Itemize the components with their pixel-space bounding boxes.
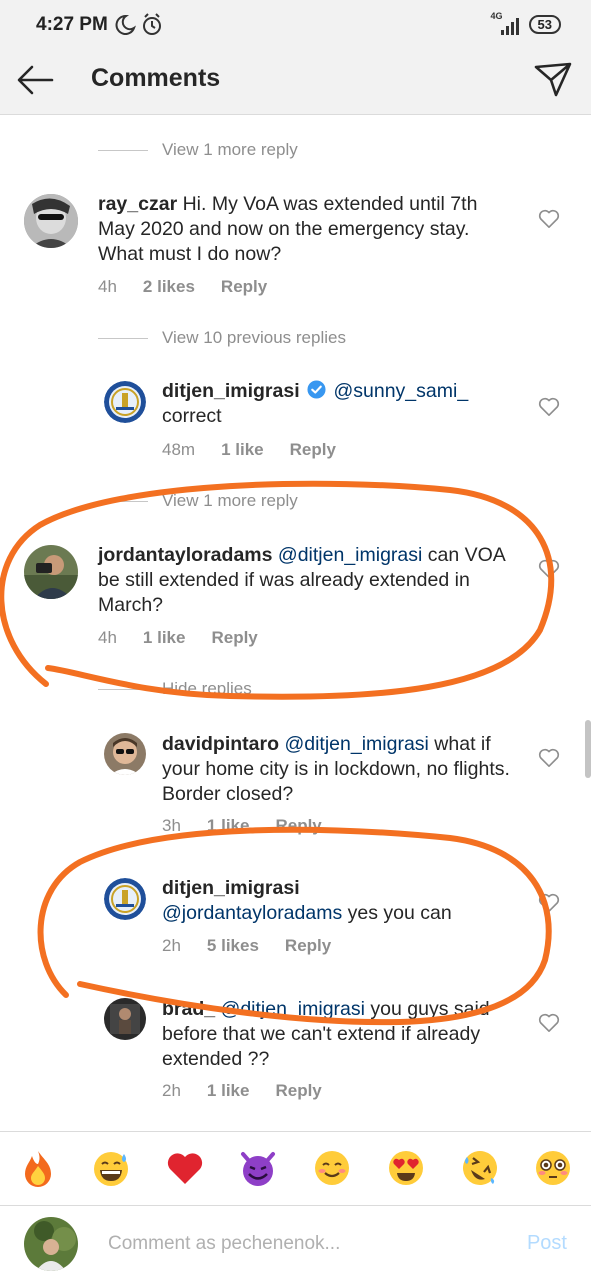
avatar[interactable] (104, 733, 146, 775)
comment-body: jordantayloradams @ditjen_imigrasi can V… (98, 543, 518, 618)
reply-button[interactable]: Reply (275, 1081, 321, 1101)
comment-username[interactable]: brad_ (162, 998, 215, 1020)
status-left-icons (114, 12, 166, 43)
comment-time: 2h (162, 936, 181, 955)
direct-share-button[interactable] (533, 60, 573, 100)
like-count[interactable]: 1 like (207, 816, 250, 836)
reply-button[interactable]: Reply (290, 440, 336, 460)
reply-button[interactable]: Reply (285, 936, 331, 956)
comment-username[interactable]: davidpintaro (162, 733, 279, 755)
comment-meta: 48m 1 like Reply (162, 440, 362, 460)
do-not-disturb-icon (115, 14, 136, 35)
comment-time: 4h (98, 277, 117, 296)
comment-username[interactable]: ditjen_imigrasi (162, 380, 300, 402)
comment-body: davidpintaro @ditjen_imigrasi what if yo… (162, 732, 522, 807)
comment-input[interactable] (108, 1230, 488, 1258)
like-button[interactable] (538, 397, 560, 417)
view-more-replies-button[interactable]: View 1 more reply (98, 140, 298, 160)
hide-replies-button[interactable]: Hide replies (98, 679, 252, 699)
comment-meta: 4h 2 likes Reply (98, 277, 293, 297)
avatar[interactable] (104, 878, 146, 920)
comment-composer: Post (0, 1205, 591, 1281)
comment-meta: 3h 1 like Reply (162, 816, 348, 836)
like-button[interactable] (538, 1013, 560, 1033)
fire-emoji-icon[interactable] (18, 1148, 58, 1188)
comment-mention[interactable]: @ditjen_imigrasi (221, 998, 365, 1020)
comment-mention[interactable]: @sunny_sami_ (333, 380, 468, 402)
heart-eyes-emoji-icon[interactable] (386, 1148, 426, 1188)
comment-mention[interactable]: @jordantayloradams (162, 902, 342, 924)
emoji-quick-bar (0, 1131, 591, 1206)
avatar[interactable] (104, 998, 146, 1040)
comment-text: yes you can (347, 902, 452, 924)
arrow-left-icon (17, 65, 54, 95)
comment-list[interactable]: View 1 more reply ray_czar Hi. My VoA wa… (0, 115, 591, 1130)
heart-icon (538, 893, 560, 912)
comment-text: correct (162, 405, 222, 427)
comment-mention[interactable]: @ditjen_imigrasi (284, 733, 428, 755)
avatar[interactable] (24, 194, 78, 248)
imigrasi-logo (104, 381, 146, 423)
flushed-face-emoji-icon[interactable] (533, 1148, 573, 1188)
view-previous-replies-button[interactable]: View 10 previous replies (98, 328, 346, 348)
verified-badge-icon (307, 380, 326, 399)
like-count[interactable]: 1 like (207, 1081, 250, 1101)
comment-time: 2h (162, 1081, 181, 1100)
status-bar: 4:27 PM 4G 53 (0, 0, 591, 48)
heart-icon (538, 1013, 560, 1032)
comment-body: ray_czar Hi. My VoA was extended until 7… (98, 192, 518, 267)
back-button[interactable] (14, 60, 58, 100)
like-count[interactable]: 5 likes (207, 936, 259, 956)
comment-username[interactable]: ray_czar (98, 193, 177, 215)
comment-meta: 4h 1 like Reply (98, 628, 284, 648)
like-button[interactable] (538, 209, 560, 229)
like-count[interactable]: 1 like (221, 440, 264, 460)
avatar[interactable] (24, 545, 78, 599)
heart-icon (538, 748, 560, 767)
like-count[interactable]: 1 like (143, 628, 186, 648)
comment-username[interactable]: jordantayloradams (98, 544, 272, 566)
reply-button[interactable]: Reply (221, 277, 267, 297)
reply-button[interactable]: Reply (275, 816, 321, 836)
heart-icon (538, 559, 560, 578)
comment-meta: 2h 5 likes Reply (162, 936, 357, 956)
like-button[interactable] (538, 559, 560, 579)
comment-meta: 2h 1 like Reply (162, 1081, 348, 1101)
heart-icon (538, 397, 560, 416)
smiling-face-emoji-icon[interactable] (312, 1148, 352, 1188)
like-count[interactable]: 2 likes (143, 277, 195, 297)
comment-time: 4h (98, 628, 117, 647)
current-user-avatar[interactable] (24, 1217, 78, 1271)
avatar[interactable] (104, 381, 146, 423)
reply-button[interactable]: Reply (211, 628, 257, 648)
comment-body: brad_ @ditjen_imigrasi you guys said bef… (162, 997, 522, 1072)
comment-time: 3h (162, 816, 181, 835)
battery-icon: 53 (528, 14, 561, 34)
comment-mention[interactable]: @ditjen_imigrasi (278, 544, 422, 566)
status-time: 4:27 PM (36, 14, 108, 35)
comment-username[interactable]: ditjen_imigrasi (162, 877, 300, 899)
post-button[interactable]: Post (527, 1232, 567, 1255)
smiling-devil-emoji-icon[interactable] (238, 1148, 278, 1188)
grinning-sweat-emoji-icon[interactable] (91, 1148, 131, 1188)
view-more-replies-button[interactable]: View 1 more reply (98, 491, 298, 511)
comment-body: ditjen_imigrasi @jordantayloradams yes y… (162, 876, 522, 926)
comment-time: 48m (162, 440, 196, 459)
alarm-icon (143, 13, 161, 35)
heart-icon (538, 209, 560, 228)
rolling-laughing-emoji-icon[interactable] (460, 1148, 500, 1188)
page-title: Comments (91, 64, 221, 92)
imigrasi-logo (104, 878, 146, 920)
red-heart-emoji-icon[interactable] (165, 1148, 205, 1188)
signal-icon: 4G (491, 11, 521, 35)
paper-plane-icon (534, 62, 572, 97)
like-button[interactable] (538, 748, 560, 768)
like-button[interactable] (538, 893, 560, 913)
comment-body: ditjen_imigrasi @sunny_sami_ correct (162, 379, 522, 429)
scrollbar[interactable] (585, 720, 591, 778)
top-app-bar: Comments (0, 48, 591, 115)
